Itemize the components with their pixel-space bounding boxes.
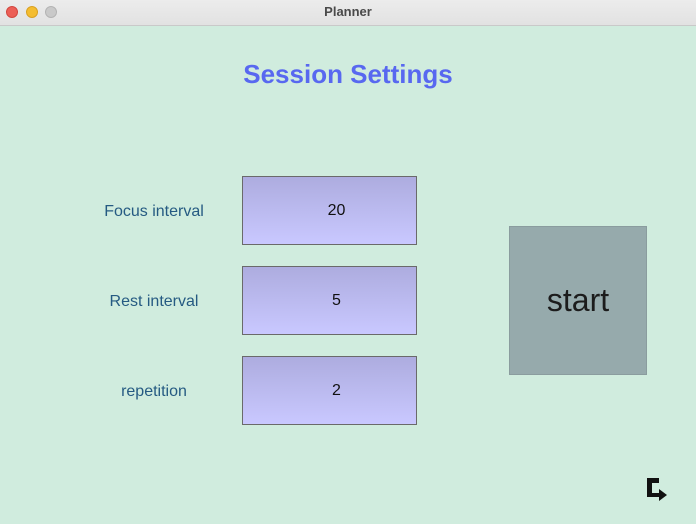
main-content: Session Settings Focus interval 20 Rest … bbox=[0, 27, 696, 524]
window-title: Planner bbox=[324, 4, 372, 19]
repetition-value: 2 bbox=[332, 381, 341, 399]
title-bar[interactable]: Planner bbox=[0, 0, 696, 26]
rest-interval-value: 5 bbox=[332, 291, 341, 309]
focus-interval-label: Focus interval bbox=[104, 203, 204, 220]
swap-arrow-icon[interactable] bbox=[644, 475, 670, 501]
rest-interval-field[interactable]: 5 bbox=[242, 266, 417, 335]
swap-arrow-icon-graphic bbox=[647, 478, 667, 501]
focus-interval-field[interactable]: 20 bbox=[242, 176, 417, 245]
rest-interval-label: Rest interval bbox=[109, 293, 199, 310]
focus-interval-value: 20 bbox=[327, 201, 346, 219]
app-window: Planner Session Settings Focus interval … bbox=[0, 0, 696, 524]
repetition-label: repetition bbox=[121, 383, 187, 400]
start-button[interactable]: start bbox=[509, 226, 647, 375]
page-title: Session Settings bbox=[243, 59, 453, 89]
repetition-field[interactable]: 2 bbox=[242, 356, 417, 425]
start-button-label: start bbox=[546, 282, 610, 318]
